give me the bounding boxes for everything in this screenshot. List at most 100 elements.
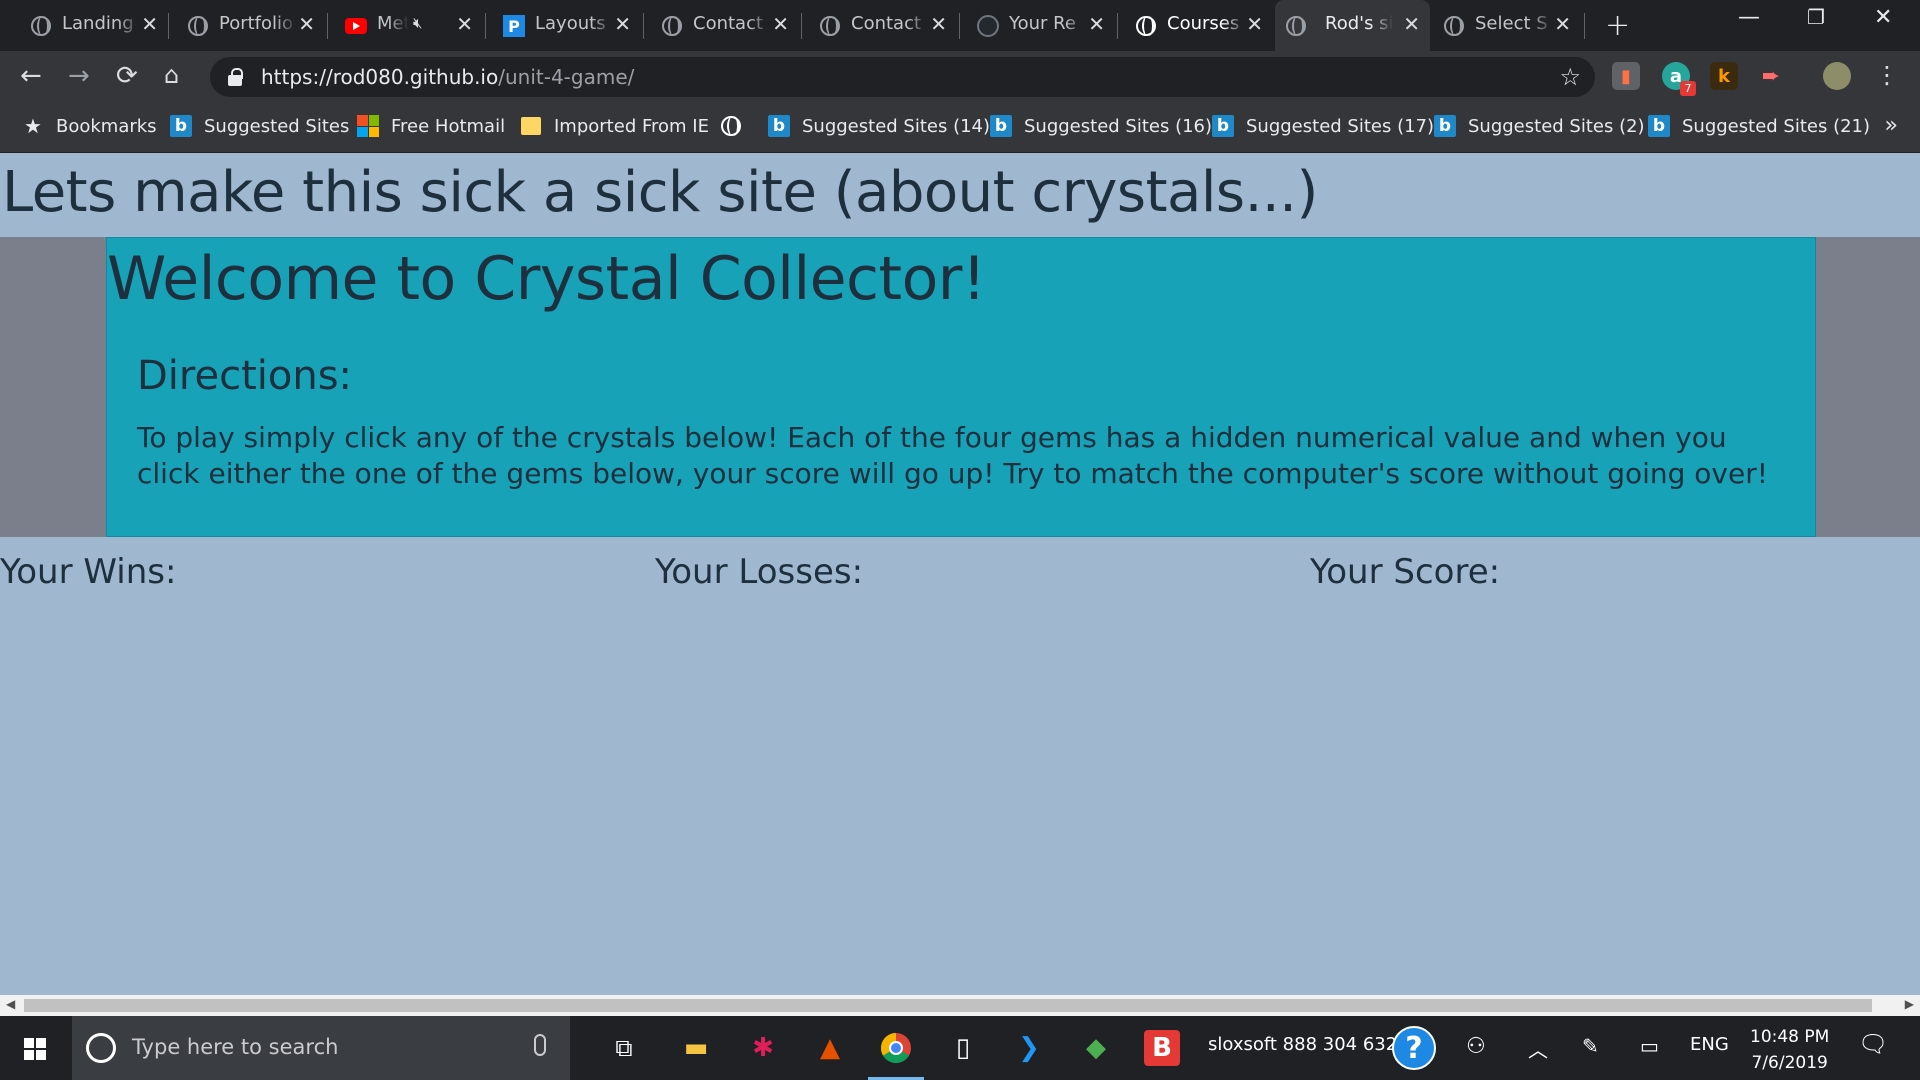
wins-label: Your Wins: xyxy=(0,552,177,592)
vscode-icon[interactable]: ❯ xyxy=(1011,1030,1047,1066)
cortana-icon xyxy=(86,1033,116,1063)
github-icon xyxy=(977,15,999,37)
tab-title: Contact xyxy=(693,13,771,34)
search-placeholder: Type here to search xyxy=(132,1035,339,1059)
bookmark-label: Bookmarks xyxy=(56,115,157,137)
chrome-icon[interactable] xyxy=(868,1030,924,1080)
home-icon[interactable]: ⌂ xyxy=(164,61,179,89)
bookmark-item[interactable]: b Suggested Sites (16) xyxy=(990,115,1212,137)
pen-icon[interactable]: ✎ xyxy=(1582,1034,1599,1058)
bookmark-item[interactable]: b Suggested Sites (14) xyxy=(768,115,990,137)
scroll-right-icon[interactable]: ▶ xyxy=(1905,997,1914,1011)
browser-tab[interactable]: Contact ✕ xyxy=(651,0,799,51)
minimize-icon[interactable]: — xyxy=(1738,5,1760,30)
close-tab-icon[interactable]: ✕ xyxy=(772,12,789,36)
new-tab-button[interactable]: + xyxy=(1605,8,1630,43)
globe-icon xyxy=(1443,15,1465,37)
bookmark-item[interactable]: ★ Bookmarks xyxy=(22,114,157,138)
bookmark-item[interactable]: Imported From IE xyxy=(520,115,709,137)
browser-tab[interactable]: P Layouts ✕ xyxy=(493,0,641,51)
bing-icon: b xyxy=(1434,115,1456,137)
people-icon[interactable]: ⚇ xyxy=(1466,1034,1486,1059)
k-extension-icon[interactable]: k xyxy=(1710,62,1738,90)
bookmark-label: Free Hotmail xyxy=(391,115,506,137)
task-view-icon[interactable]: ⧉ xyxy=(606,1030,642,1066)
close-tab-icon[interactable]: ✕ xyxy=(1246,12,1263,36)
close-tab-icon[interactable]: ✕ xyxy=(1088,12,1105,36)
close-tab-icon[interactable]: ✕ xyxy=(930,12,947,36)
bookmark-item[interactable]: b Suggested Sites (17) xyxy=(1212,115,1434,137)
network-icon[interactable]: ▭ xyxy=(1640,1034,1659,1058)
close-tab-icon[interactable]: ✕ xyxy=(614,12,631,36)
bing-icon: b xyxy=(1648,115,1670,137)
chevron-up-icon[interactable]: ︿ xyxy=(1528,1034,1548,1063)
notepad-icon[interactable]: ▯ xyxy=(945,1030,981,1066)
forward-arrow-icon[interactable]: → xyxy=(68,61,90,91)
globe-icon xyxy=(30,15,52,37)
scrollbar-thumb[interactable] xyxy=(24,999,1872,1012)
browser-tab[interactable]: Courses ✕ xyxy=(1125,0,1273,51)
bing-icon: b xyxy=(1212,115,1234,137)
bookmark-star-icon[interactable]: ☆ xyxy=(1559,63,1581,91)
tab-title: Your Re xyxy=(1009,13,1087,34)
microphone-icon[interactable] xyxy=(534,1034,546,1056)
office-extension-icon[interactable]: ▮ xyxy=(1612,62,1640,90)
tab-strip: Landing ✕ Portfolio ✕ Met 🔇︎ ✕ P Layouts… xyxy=(0,0,1920,51)
bookmark-item[interactable]: b Suggested Sites xyxy=(170,115,349,137)
profile-avatar[interactable] xyxy=(1823,62,1851,90)
bookmark-label: Suggested Sites (16) xyxy=(1024,115,1213,137)
clock-time: 10:48 PM xyxy=(1750,1027,1830,1047)
close-tab-icon[interactable]: ✕ xyxy=(141,12,158,36)
restore-icon[interactable]: ❐ xyxy=(1807,5,1825,29)
git-icon[interactable]: ◆ xyxy=(1078,1030,1114,1066)
url-text[interactable]: https://rod080.github.io/unit-4-game/ xyxy=(261,65,634,89)
language-indicator[interactable]: ENG xyxy=(1690,1034,1729,1055)
globe-icon xyxy=(661,15,683,37)
tab-divider xyxy=(327,13,328,39)
close-tab-icon[interactable]: ✕ xyxy=(1554,12,1571,36)
browser-tab[interactable]: Select S ✕ xyxy=(1433,0,1581,51)
taskbar-search[interactable]: Type here to search xyxy=(72,1016,570,1080)
browser-tab[interactable]: Met 🔇︎ ✕ xyxy=(335,0,483,51)
speaker-muted-icon[interactable]: 🔇︎ xyxy=(413,14,422,32)
reload-icon[interactable]: ⟳ xyxy=(116,61,138,91)
browser-tab[interactable]: Landing ✕ xyxy=(20,0,168,51)
matlab-icon[interactable]: ▲ xyxy=(812,1030,848,1066)
windows-start-icon[interactable] xyxy=(24,1038,46,1060)
tab-title: Courses xyxy=(1167,13,1245,34)
arrow-extension-icon[interactable]: ➨ xyxy=(1757,62,1785,90)
close-tab-icon[interactable]: ✕ xyxy=(456,12,473,36)
close-tab-icon[interactable]: ✕ xyxy=(298,12,315,36)
bookmark-label: Suggested Sites xyxy=(204,115,350,137)
bookmark-item[interactable]: Free Hotmail xyxy=(357,115,505,137)
tab-divider xyxy=(801,13,802,39)
p-icon: P xyxy=(503,15,525,37)
close-window-icon[interactable]: ✕ xyxy=(1874,5,1892,30)
address-bar[interactable]: https://rod080.github.io/unit-4-game/ ☆ xyxy=(210,57,1595,97)
browser-tab-active[interactable]: Rod's si ✕ xyxy=(1275,0,1430,51)
bookmark-item[interactable] xyxy=(720,115,754,137)
globe-icon xyxy=(720,115,742,137)
slack-icon[interactable]: ✱ xyxy=(745,1030,781,1066)
close-tab-icon[interactable]: ✕ xyxy=(1403,12,1420,36)
windows-taskbar: Type here to search ⧉ ▬ ✱ ▲ ▯ ❯ ◆ B slox… xyxy=(0,1016,1920,1080)
scroll-left-icon[interactable]: ◀ xyxy=(6,997,15,1011)
tray-text: sloxsoft 888 304 6320 xyxy=(1208,1034,1409,1055)
browser-tab[interactable]: Contact ✕ xyxy=(809,0,957,51)
help-icon[interactable]: ? xyxy=(1392,1026,1436,1070)
youtube-icon xyxy=(345,15,367,37)
b-app-icon[interactable]: B xyxy=(1144,1030,1180,1066)
taskbar-clock[interactable]: 10:48 PM 7/6/2019 xyxy=(1750,1024,1829,1076)
bookmarks-overflow-icon[interactable]: » xyxy=(1885,113,1898,138)
browser-tab[interactable]: Portfolio ✕ xyxy=(177,0,325,51)
notifications-icon[interactable]: 🗨︎ xyxy=(1858,1030,1888,1058)
bookmark-item[interactable]: b Suggested Sites (2) xyxy=(1434,115,1645,137)
back-arrow-icon[interactable]: ← xyxy=(20,61,42,91)
horizontal-scrollbar[interactable]: ◀ ▶ xyxy=(0,995,1920,1016)
file-explorer-icon[interactable]: ▬ xyxy=(678,1030,714,1066)
bookmark-label: Suggested Sites (17) xyxy=(1246,115,1435,137)
globe-icon xyxy=(1285,15,1307,37)
bookmark-item[interactable]: b Suggested Sites (21) xyxy=(1648,115,1870,137)
menu-dots-icon[interactable]: ⋮ xyxy=(1875,61,1899,89)
browser-tab[interactable]: Your Re ✕ xyxy=(967,0,1115,51)
